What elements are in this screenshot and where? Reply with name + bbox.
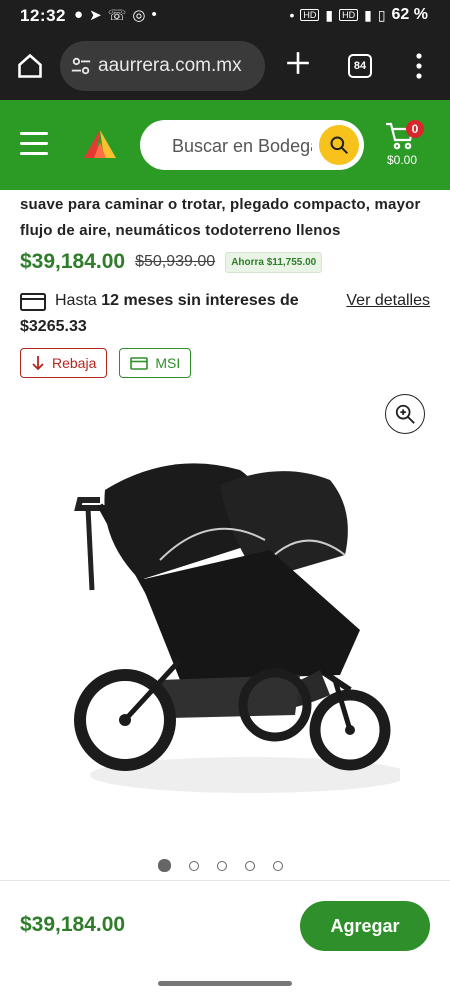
url-text: aaurrera.com.mx — [98, 55, 242, 76]
new-tab-icon[interactable] — [285, 50, 311, 76]
tag-rebaja: Rebaja — [20, 348, 108, 378]
installments-text: Hasta 12 meses sin intereses de — [55, 292, 299, 310]
hamburger-menu-icon[interactable] — [20, 132, 48, 156]
search-box[interactable] — [140, 120, 364, 170]
signal-icon: ▮ — [325, 6, 334, 23]
dot-icon: • — [289, 7, 295, 23]
tag-label: MSI — [155, 355, 181, 371]
site-header: 0 $0.00 — [0, 100, 450, 190]
browser-toolbar: aaurrera.com.mx 84 — [0, 32, 450, 100]
tag-msi: MSI — [119, 348, 192, 378]
status-bar: 12:32 ● ➤ ☏ ◎ • • HD ▮ HD ▮ ▯ 62 % — [0, 0, 450, 32]
search-button[interactable] — [319, 125, 359, 165]
site-settings-icon[interactable] — [70, 55, 92, 77]
chat-icon: ● — [74, 6, 84, 23]
product-description: suave para caminar o trotar, plegado com… — [20, 196, 421, 239]
tab-switcher-button[interactable]: 84 — [348, 54, 372, 78]
add-to-cart-button[interactable]: Agregar — [300, 901, 430, 951]
notification-icons: ● ➤ ☏ ◎ • — [74, 6, 157, 24]
status-time: 12:32 — [20, 6, 66, 25]
signal-icon: ▮ — [364, 6, 372, 23]
arrow-down-icon — [32, 356, 44, 371]
credit-card-icon — [20, 293, 46, 311]
bodega-logo[interactable] — [82, 128, 118, 164]
price-row: $39,184.00 $50,939.00 Ahorra $11,755.00 — [20, 250, 323, 274]
battery-icon: ▯ — [377, 6, 386, 23]
carousel-dot[interactable] — [273, 860, 283, 871]
carousel-dot[interactable] — [189, 860, 199, 871]
telegram-icon: ➤ — [89, 7, 102, 24]
product-image[interactable] — [60, 450, 400, 810]
hd-icon: HD — [339, 9, 359, 21]
carousel-indicators — [158, 859, 283, 872]
cart-total: $0.00 — [387, 153, 418, 167]
whatsapp-icon: ◎ — [132, 7, 146, 24]
carousel-dot[interactable] — [245, 860, 255, 871]
gesture-bar[interactable] — [158, 981, 292, 986]
search-icon — [330, 136, 349, 155]
address-bar[interactable]: aaurrera.com.mx — [60, 41, 265, 91]
product-tags: Rebaja MSI — [20, 348, 192, 378]
cart-button[interactable]: 0 $0.00 — [384, 120, 434, 170]
carousel-dot[interactable] — [217, 860, 227, 871]
system-icons: • HD ▮ HD ▮ ▯ 62 % — [289, 6, 428, 24]
installments-prefix: Hasta — [55, 292, 102, 309]
zoom-button[interactable] — [385, 394, 425, 434]
home-icon[interactable] — [16, 52, 44, 80]
tag-label: Rebaja — [52, 355, 97, 371]
more-menu-icon[interactable] — [414, 52, 424, 80]
credit-card-icon — [130, 356, 149, 370]
battery-level: 62 % — [391, 6, 428, 23]
installments-terms: 12 meses sin intereses de — [101, 292, 299, 309]
carousel-dot[interactable] — [158, 859, 171, 872]
details-link[interactable]: Ver detalles — [346, 292, 430, 310]
search-input[interactable] — [170, 130, 314, 162]
cart-count-badge: 0 — [406, 120, 424, 138]
dot-icon: • — [151, 6, 157, 23]
installments-amount: $3265.33 — [20, 318, 87, 335]
current-price: $39,184.00 — [20, 250, 126, 273]
savings-badge: Ahorra $11,755.00 — [225, 251, 323, 273]
original-price: $50,939.00 — [135, 253, 216, 270]
zoom-in-icon — [395, 404, 415, 424]
bottom-bar: $39,184.00 Agregar — [0, 880, 450, 1001]
bottom-price: $39,184.00 — [20, 913, 126, 936]
hd-icon: HD — [300, 9, 320, 21]
missed-call-icon: ☏ — [107, 7, 127, 24]
